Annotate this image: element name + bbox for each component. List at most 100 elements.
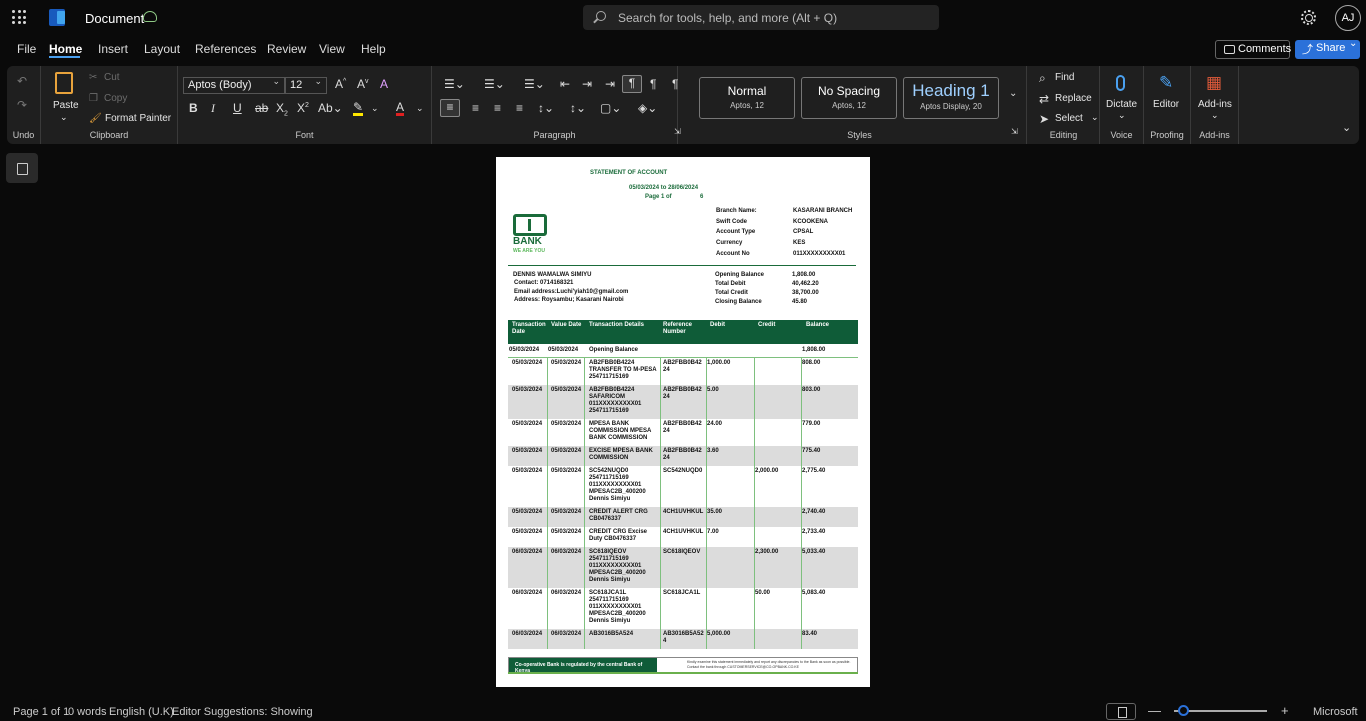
status-word-count[interactable]: 0 words	[68, 706, 107, 718]
font-color-icon[interactable]: A	[396, 101, 405, 116]
ltr-icon[interactable]: ⇥	[605, 77, 615, 91]
font-size-select[interactable]: 12	[285, 76, 327, 94]
dictate-dropdown-icon[interactable]: ⌄	[1118, 110, 1126, 121]
col-credit: Credit	[758, 322, 776, 328]
replace-button[interactable]: Replace	[1055, 93, 1092, 104]
show-marks-icon[interactable]: ¶	[622, 75, 642, 93]
paragraph-spacing-icon[interactable]: ↕⌄	[570, 101, 586, 115]
increase-indent-icon[interactable]: ⇥	[582, 77, 592, 91]
font-color-dropdown-icon[interactable]: ⌄	[416, 103, 424, 114]
microphone-icon[interactable]	[1116, 75, 1125, 91]
style-normal[interactable]: Normal Aptos, 12	[699, 77, 795, 119]
align-left-icon[interactable]: ≡	[440, 99, 460, 117]
font-name-select[interactable]: Aptos (Body)	[183, 76, 285, 94]
share-button[interactable]: Share	[1295, 38, 1360, 59]
document-page[interactable]: STATEMENT OF ACCOUNT 05/03/2024 to 28/06…	[496, 157, 870, 687]
status-language[interactable]: English (U.K)	[109, 706, 174, 718]
addins-dropdown-icon[interactable]: ⌄	[1211, 110, 1219, 121]
text-effects-icon[interactable]: Ab⌄	[318, 101, 343, 115]
tab-layout[interactable]: Layout	[144, 42, 180, 56]
editor-button[interactable]: Editor	[1153, 99, 1179, 110]
style-heading-1[interactable]: Heading 1 Aptos Display, 20	[903, 77, 999, 119]
align-right-icon[interactable]: ≡	[494, 101, 501, 115]
column-divider	[584, 507, 585, 527]
bullets-icon[interactable]: ☰⌄	[444, 77, 465, 91]
grow-font-icon[interactable]: A^	[335, 77, 346, 91]
format-painter-button[interactable]: Format Painter	[105, 113, 171, 124]
tab-review[interactable]: Review	[267, 42, 306, 56]
cell-line: 4CH1UVHKUL	[663, 509, 704, 515]
zoom-in-icon[interactable]: +	[1281, 703, 1289, 718]
branch-info-key: Swift Code	[716, 218, 747, 225]
avatar[interactable]: AJ	[1335, 5, 1361, 31]
ribbon-collapse-icon[interactable]: ⌄	[1342, 121, 1351, 134]
status-page-count[interactable]: Page 1 of 1	[13, 706, 69, 718]
decrease-indent-icon[interactable]: ⇤	[560, 77, 570, 91]
replace-icon[interactable]: ⇄	[1039, 92, 1049, 106]
highlight-icon[interactable]: ✎	[353, 101, 364, 116]
cell-details: AB3016B5A524	[589, 631, 633, 638]
rtl-icon[interactable]: ¶	[650, 77, 656, 91]
superscript-icon[interactable]: X2	[297, 101, 309, 115]
copy-icon[interactable]: ❐	[89, 93, 98, 104]
select-dropdown-icon[interactable]: ⌄	[1091, 112, 1099, 123]
underline-icon[interactable]: U	[233, 101, 242, 115]
search-input[interactable]: Search for tools, help, and more (Alt + …	[583, 5, 939, 30]
borders-icon[interactable]: ▢⌄	[600, 101, 621, 115]
format-painter-icon[interactable]: 🖌	[89, 113, 102, 124]
status-editor-suggestions[interactable]: Editor Suggestions: Showing	[172, 706, 313, 718]
highlight-dropdown-icon[interactable]: ⌄	[371, 103, 379, 114]
find-button[interactable]: Find	[1055, 72, 1074, 83]
addins-button[interactable]: Add-ins	[1198, 99, 1232, 110]
zoom-slider-thumb[interactable]	[1178, 705, 1189, 716]
navigation-pane-button[interactable]	[6, 153, 38, 183]
redo-icon[interactable]: ↷	[17, 98, 27, 112]
style-no-spacing[interactable]: No Spacing Aptos, 12	[801, 77, 897, 119]
app-launcher-icon[interactable]	[12, 10, 26, 24]
bold-icon[interactable]: B	[189, 101, 198, 115]
tab-help[interactable]: Help	[361, 42, 386, 56]
shrink-font-icon[interactable]: Av	[357, 77, 369, 91]
dictate-button[interactable]: Dictate	[1106, 99, 1137, 110]
styles-expand-icon[interactable]: ⌄	[1009, 88, 1017, 99]
pilcrow-icon[interactable]: ¶	[672, 77, 678, 91]
copy-button[interactable]: Copy	[104, 93, 127, 104]
document-title[interactable]: Document	[85, 11, 144, 26]
find-icon[interactable]: ⌕	[1039, 71, 1046, 86]
undo-icon[interactable]: ↶	[17, 74, 27, 88]
tab-view[interactable]: View	[319, 42, 345, 56]
select-icon[interactable]: ➤	[1039, 112, 1049, 126]
line-spacing-icon[interactable]: ↕⌄	[538, 101, 554, 115]
addins-icon[interactable]: ▦	[1206, 73, 1222, 93]
gear-icon[interactable]	[1301, 10, 1316, 25]
italic-icon[interactable]: I	[211, 101, 215, 116]
cell-line: AB2FBB0B42	[663, 421, 702, 427]
strikethrough-icon[interactable]: ab	[255, 101, 268, 115]
paste-dropdown-icon[interactable]: ⌄	[60, 112, 68, 123]
subscript-icon[interactable]: X2	[276, 101, 288, 117]
tab-home[interactable]: Home	[49, 42, 82, 56]
print-layout-button[interactable]	[1106, 703, 1136, 720]
footer-regulation: Co-operative Bank is regulated by the ce…	[509, 658, 657, 674]
align-center-icon[interactable]: ≡	[472, 101, 479, 115]
page-total: 6	[700, 194, 704, 200]
cut-button[interactable]: Cut	[104, 72, 120, 83]
tab-file[interactable]: File	[17, 42, 36, 56]
cloud-saved-icon[interactable]	[143, 11, 157, 22]
zoom-out-icon[interactable]: —	[1148, 703, 1161, 718]
shading-icon[interactable]: ◈⌄	[638, 101, 657, 115]
cell-ref: 4CH1UVHKUL	[663, 529, 703, 536]
select-button[interactable]: Select	[1055, 113, 1083, 124]
comments-button[interactable]: Comments	[1215, 40, 1291, 59]
justify-icon[interactable]: ≡	[516, 101, 523, 115]
paste-button[interactable]: Paste	[53, 100, 79, 111]
cell-balance: 5,033.40	[802, 549, 826, 555]
numbering-icon[interactable]: ☰⌄	[484, 77, 505, 91]
cut-icon[interactable]: ✂	[89, 72, 97, 83]
paste-icon[interactable]	[55, 72, 73, 94]
clear-formatting-icon[interactable]: A	[380, 77, 388, 91]
multilevel-list-icon[interactable]: ☰⌄	[524, 77, 545, 91]
tab-references[interactable]: References	[195, 42, 256, 56]
editor-icon[interactable]: ✎	[1159, 73, 1173, 93]
tab-insert[interactable]: Insert	[98, 42, 128, 56]
